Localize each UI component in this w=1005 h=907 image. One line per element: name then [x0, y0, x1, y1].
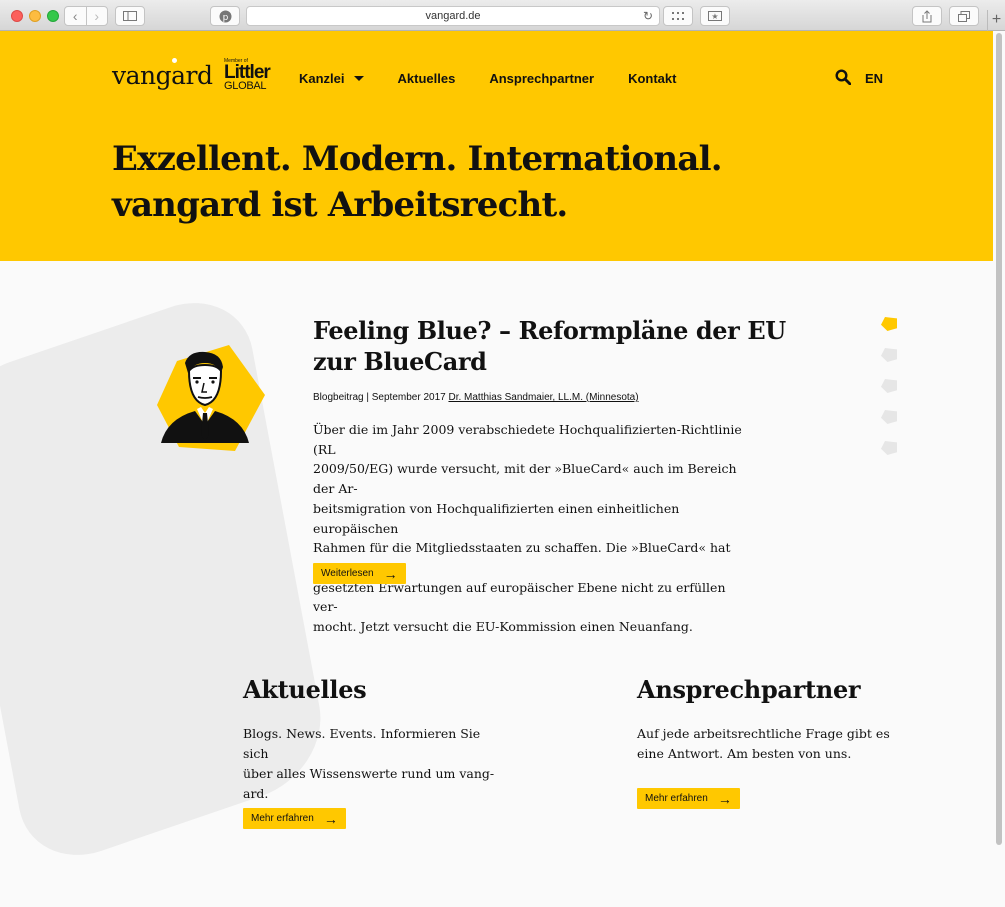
read-more-button[interactable]: Weiterlesen → [313, 563, 406, 584]
slider-dot-1[interactable] [881, 317, 897, 331]
button-label: Weiterlesen [321, 568, 374, 579]
article-title[interactable]: Feeling Blue? – Reformpläne der EU zur B… [313, 315, 786, 377]
language-switch[interactable]: EN [865, 71, 883, 86]
teaser-line: 2009/50/EG) wurde versucht, mit der »Blu… [313, 461, 737, 497]
slider-dot-5[interactable] [881, 441, 897, 455]
reading-list-button[interactable]: ★ [700, 6, 730, 26]
zoom-window-button[interactable] [47, 10, 59, 22]
article-type-date: Blogbeitrag | September 2017 [313, 392, 446, 403]
nav-item-aktuelles[interactable]: Aktuelles [398, 71, 456, 86]
reload-icon[interactable]: ↻ [643, 7, 653, 25]
slider-dot-2[interactable] [881, 348, 897, 362]
hero-line-1: Exzellent. Modern. International. [112, 139, 723, 179]
button-label: Mehr erfahren [645, 793, 708, 804]
author-portrait [157, 345, 265, 451]
caret-down-icon [353, 76, 364, 81]
ansprechpartner-text: Auf jede arbeitsrechtliche Frage gibt es… [637, 724, 897, 764]
aktuelles-text: Blogs. News. Events. Informieren Sie sic… [243, 724, 503, 804]
history-nav: ‹ › [64, 6, 108, 26]
nav-item-label: Ansprechpartner [489, 71, 595, 86]
article-title-line: Feeling Blue? – Reformpläne der EU [313, 316, 786, 345]
nav-item-label: Kanzlei [299, 71, 345, 86]
teaser-line: Über die im Jahr 2009 verabschiedete Hoc… [313, 422, 742, 457]
close-window-button[interactable] [11, 10, 23, 22]
slider-dot-3[interactable] [881, 379, 897, 393]
top-sites-button[interactable] [663, 6, 693, 26]
sidebar-icon [123, 11, 137, 21]
page: vangard Member of Littler GLOBAL Kanzlei… [0, 31, 993, 907]
tabs-icon [958, 10, 970, 22]
main-navigation: Kanzlei Aktuelles Ansprechpartner Kontak… [299, 71, 676, 86]
nav-item-kontakt[interactable]: Kontakt [628, 71, 676, 86]
littler-label: Littler [224, 62, 271, 83]
text-line: Blogs. News. Events. Informieren Sie sic… [243, 726, 481, 761]
pinterest-icon: p [219, 10, 231, 23]
button-label: Mehr erfahren [251, 813, 314, 824]
url-text: vangard.de [425, 10, 481, 22]
share-icon [922, 9, 932, 22]
teaser-line: beitsmigration von Hochqualifizierten ei… [313, 500, 680, 536]
arrow-right-icon: → [323, 810, 338, 827]
article-teaser: Über die im Jahr 2009 verabschiedete Hoc… [313, 420, 743, 637]
back-icon[interactable]: ‹ [65, 7, 86, 25]
minimize-window-button[interactable] [29, 10, 41, 22]
forward-icon[interactable]: › [85, 7, 108, 25]
arrow-right-icon: → [717, 790, 732, 807]
text-line: über alles Wissenswerte rund um vang- [243, 766, 495, 781]
aktuelles-heading: Aktuelles [243, 675, 367, 704]
browser-toolbar: ‹ › p vangard.de ↻ ★ + [0, 0, 1005, 31]
search-icon[interactable] [835, 69, 851, 85]
author-link[interactable]: Dr. Matthias Sandmaier, LL.M. (Minnesota… [448, 392, 638, 403]
global-label: GLOBAL [224, 80, 267, 92]
littler-member-logo[interactable]: Member of Littler GLOBAL [224, 58, 271, 92]
logo-dot [172, 58, 177, 63]
star-box-icon: ★ [708, 11, 722, 21]
svg-text:p: p [222, 13, 228, 23]
arrow-right-icon: → [383, 565, 398, 582]
text-line: Auf jede arbeitsrechtliche Frage gibt es [637, 726, 890, 741]
slider-pagination [881, 317, 897, 472]
share-button[interactable] [912, 6, 942, 26]
show-tabs-button[interactable] [949, 6, 979, 26]
hero-banner: vangard Member of Littler GLOBAL Kanzlei… [0, 31, 993, 261]
vangard-logo[interactable]: vangard [112, 61, 213, 90]
aktuelles-more-button[interactable]: Mehr erfahren → [243, 808, 346, 829]
nav-item-ansprechpartner[interactable]: Ansprechpartner [489, 71, 594, 86]
pinterest-button[interactable]: p [210, 6, 240, 26]
ansprechpartner-more-button[interactable]: Mehr erfahren → [637, 788, 740, 809]
ansprechpartner-heading: Ansprechpartner [637, 675, 861, 704]
nav-item-kanzlei[interactable]: Kanzlei [299, 71, 364, 86]
hero-headline: Exzellent. Modern. International. vangar… [112, 136, 723, 228]
grid-icon [672, 12, 684, 20]
nav-item-label: Aktuelles [397, 71, 456, 86]
article-meta: Blogbeitrag | September 2017 Dr. Matthia… [313, 392, 639, 403]
teaser-line: mocht. Jetzt versucht die EU-Kommission … [313, 619, 693, 635]
new-tab-button[interactable]: + [987, 10, 1005, 31]
text-line: ard. [243, 786, 269, 801]
text-line: eine Antwort. Am besten von uns. [637, 746, 852, 761]
article-title-line: zur BlueCard [313, 347, 487, 376]
nav-item-label: Kontakt [628, 71, 677, 86]
svg-text:★: ★ [711, 12, 718, 21]
scrollbar-thumb[interactable] [996, 33, 1002, 845]
hero-line-2: vangard ist Arbeitsrecht. [112, 185, 568, 225]
slider-dot-4[interactable] [881, 410, 897, 424]
address-bar[interactable]: vangard.de ↻ [246, 6, 660, 26]
sidebar-toggle-button[interactable] [115, 6, 145, 26]
vertical-scrollbar[interactable] [993, 31, 1005, 907]
